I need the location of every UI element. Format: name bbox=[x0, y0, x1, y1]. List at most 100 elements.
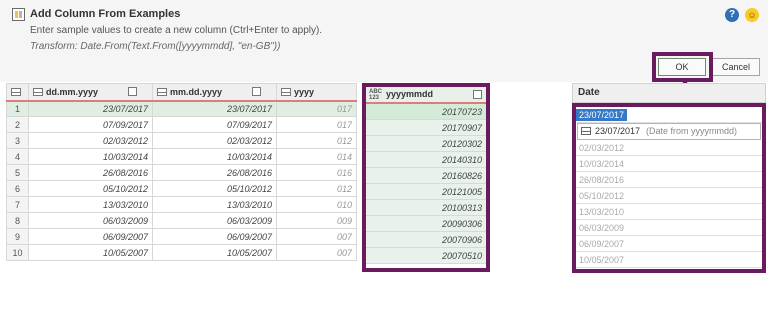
table-row[interactable]: 9 06/09/2007 06/09/2007 007 bbox=[6, 228, 357, 245]
date-preview-cell[interactable]: 06/03/2009 bbox=[576, 220, 762, 236]
column-header-label: dd.mm.yyyy bbox=[46, 86, 99, 97]
feedback-smile-icon[interactable]: ☺ bbox=[745, 8, 759, 22]
table-cell[interactable]: 06/09/2007 bbox=[152, 228, 277, 245]
table-cell[interactable]: 26/08/2016 bbox=[152, 164, 277, 181]
date-preview-cell[interactable]: 10/05/2007 bbox=[576, 252, 762, 268]
row-number: 1 bbox=[6, 100, 29, 117]
transform-formula: Transform: Date.From(Text.From([yyyymmdd… bbox=[30, 41, 281, 52]
row-number: 9 bbox=[6, 228, 29, 245]
date-type-icon bbox=[581, 127, 591, 135]
column-header-label: mm.dd.yyyy bbox=[170, 86, 223, 97]
row-number: 7 bbox=[6, 196, 29, 213]
table-cell[interactable]: 07/09/2017 bbox=[152, 116, 277, 133]
column-select-checkbox[interactable] bbox=[128, 86, 138, 96]
yyyymmdd-cell[interactable]: 20100313 bbox=[366, 200, 486, 216]
data-grid: dd.mm.yyyy mm.dd.yyyy yyyy 1 23/07/2017 23… bbox=[6, 83, 361, 268]
date-column-header[interactable]: Date bbox=[572, 83, 766, 103]
yyyymmdd-cell[interactable]: 20090306 bbox=[366, 216, 486, 232]
table-cell[interactable]: 014 bbox=[276, 148, 357, 165]
yyyymmdd-cell[interactable]: 20160826 bbox=[366, 168, 486, 184]
table-cell[interactable]: 10/05/2007 bbox=[28, 244, 153, 261]
table-cell[interactable]: 10/03/2014 bbox=[28, 148, 153, 165]
page-bottom bbox=[0, 280, 768, 309]
table-cell[interactable]: 017 bbox=[276, 100, 357, 117]
yyyymmdd-cell[interactable]: 20170907 bbox=[366, 120, 486, 136]
table-row[interactable]: 8 06/03/2009 06/03/2009 009 bbox=[6, 212, 357, 229]
table-cell[interactable]: 23/07/2017 bbox=[28, 100, 153, 117]
date-preview-cell[interactable]: 02/03/2012 bbox=[576, 140, 762, 156]
column-header[interactable]: yyyy bbox=[276, 83, 357, 102]
yyyymmdd-column-header[interactable]: ABC 123 yyyymmdd bbox=[366, 87, 486, 104]
table-row[interactable]: 6 05/10/2012 05/10/2012 012 bbox=[6, 180, 357, 197]
table-cell[interactable]: 05/10/2012 bbox=[152, 180, 277, 197]
column-select-checkbox-checked[interactable] bbox=[473, 90, 482, 99]
yyyymmdd-cell[interactable]: 20121005 bbox=[366, 184, 486, 200]
date-example-column-highlight: 23/07/2017 23/07/2017 (Date from yyyymmdd… bbox=[572, 103, 766, 273]
table-cell[interactable]: 13/03/2010 bbox=[152, 196, 277, 213]
table-cell[interactable]: 05/10/2012 bbox=[28, 180, 153, 197]
yyyymmdd-cell[interactable]: 20140310 bbox=[366, 152, 486, 168]
autocomplete-suggestion[interactable]: 23/07/2017 (Date from yyyymmdd) bbox=[577, 123, 761, 140]
date-type-icon bbox=[281, 87, 291, 96]
column-header-label: yyyymmdd bbox=[386, 89, 434, 99]
date-preview-cell[interactable]: 06/09/2007 bbox=[576, 236, 762, 252]
dialog-title: Add Column From Examples bbox=[30, 8, 181, 20]
table-cell[interactable]: 13/03/2010 bbox=[28, 196, 153, 213]
cancel-button[interactable]: Cancel bbox=[712, 58, 760, 76]
table-cell[interactable]: 007 bbox=[276, 244, 357, 261]
data-table: dd.mm.yyyy mm.dd.yyyy yyyy 1 23/07/2017 23… bbox=[6, 83, 357, 261]
table-cell[interactable]: 007 bbox=[276, 228, 357, 245]
column-header[interactable]: mm.dd.yyyy bbox=[152, 83, 277, 102]
table-row[interactable]: 4 10/03/2014 10/03/2014 014 bbox=[6, 148, 357, 165]
table-cell[interactable]: 10/03/2014 bbox=[152, 148, 277, 165]
table-cell[interactable]: 012 bbox=[276, 132, 357, 149]
yyyymmdd-cell[interactable]: 20120302 bbox=[366, 136, 486, 152]
table-cell[interactable]: 012 bbox=[276, 180, 357, 197]
help-icon[interactable]: ? bbox=[725, 8, 739, 22]
date-preview-cell[interactable]: 13/03/2010 bbox=[576, 204, 762, 220]
table-icon bbox=[11, 87, 21, 96]
column-header[interactable]: dd.mm.yyyy bbox=[28, 83, 153, 102]
row-number: 5 bbox=[6, 164, 29, 181]
table-cell[interactable]: 07/09/2017 bbox=[28, 116, 153, 133]
table-row[interactable]: 1 23/07/2017 23/07/2017 017 bbox=[6, 100, 357, 117]
table-row[interactable]: 3 02/03/2012 02/03/2012 012 bbox=[6, 132, 357, 149]
column-select-checkbox[interactable] bbox=[252, 86, 262, 96]
table-row[interactable]: 5 26/08/2016 26/08/2016 016 bbox=[6, 164, 357, 181]
table-cell[interactable]: 02/03/2012 bbox=[152, 132, 277, 149]
table-row[interactable]: 2 07/09/2017 07/09/2017 017 bbox=[6, 116, 357, 133]
yyyymmdd-cell[interactable]: 20070510 bbox=[366, 248, 486, 264]
yyyymmdd-cell[interactable]: 20070906 bbox=[366, 232, 486, 248]
any-type-icon: ABC 123 bbox=[369, 88, 382, 101]
yyyymmdd-cell[interactable]: 20170723 bbox=[366, 104, 486, 120]
row-number: 2 bbox=[6, 116, 29, 133]
date-preview-cell[interactable]: 10/03/2014 bbox=[576, 156, 762, 172]
table-cell[interactable]: 009 bbox=[276, 212, 357, 229]
row-number: 8 bbox=[6, 212, 29, 229]
yyyymmdd-column-highlight: ABC 123 yyyymmdd 20170723 20170907 20120302 2… bbox=[362, 83, 490, 272]
table-row[interactable]: 7 13/03/2010 13/03/2010 010 bbox=[6, 196, 357, 213]
table-cell[interactable]: 26/08/2016 bbox=[28, 164, 153, 181]
row-number: 10 bbox=[6, 244, 29, 261]
date-type-icon bbox=[157, 87, 167, 96]
table-cell[interactable]: 06/03/2009 bbox=[152, 212, 277, 229]
table-cell[interactable]: 10/05/2007 bbox=[152, 244, 277, 261]
column-from-examples-icon bbox=[12, 8, 25, 21]
date-type-icon bbox=[33, 87, 43, 96]
date-preview-cell[interactable]: 05/10/2012 bbox=[576, 188, 762, 204]
table-cell[interactable]: 016 bbox=[276, 164, 357, 181]
table-cell[interactable]: 02/03/2012 bbox=[28, 132, 153, 149]
table-row[interactable]: 10 10/05/2007 10/05/2007 007 bbox=[6, 244, 357, 261]
table-cell[interactable]: 010 bbox=[276, 196, 357, 213]
column-header-label: yyyy bbox=[294, 86, 315, 97]
table-cell[interactable]: 06/09/2007 bbox=[28, 228, 153, 245]
table-cell[interactable]: 017 bbox=[276, 116, 357, 133]
dialog-description: Enter sample values to create a new colu… bbox=[30, 25, 323, 36]
table-cell[interactable]: 23/07/2017 bbox=[152, 100, 277, 117]
date-example-input[interactable]: 23/07/2017 bbox=[576, 107, 762, 123]
row-number: 6 bbox=[6, 180, 29, 197]
table-menu-header[interactable] bbox=[6, 83, 29, 102]
table-cell[interactable]: 06/03/2009 bbox=[28, 212, 153, 229]
ok-highlight-box bbox=[652, 52, 713, 82]
date-preview-cell[interactable]: 26/08/2016 bbox=[576, 172, 762, 188]
